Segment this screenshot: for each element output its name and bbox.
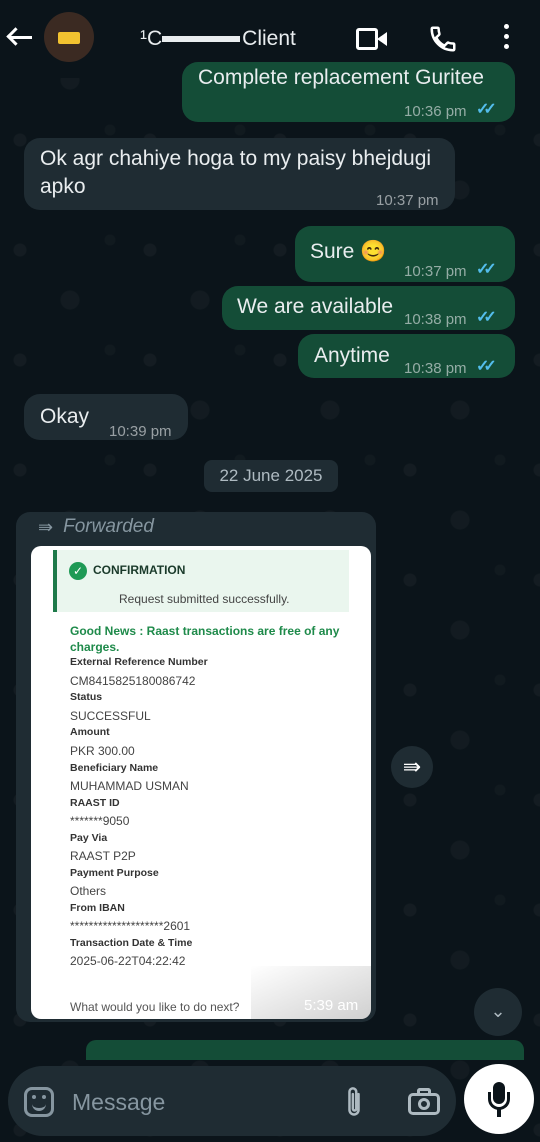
message-input[interactable] bbox=[72, 1084, 322, 1120]
double-check-icon: ✓✓ bbox=[476, 101, 497, 118]
confirmation-subtitle: Request submitted successfully. bbox=[119, 592, 290, 606]
back-arrow-icon[interactable] bbox=[10, 28, 36, 48]
field-value: CM8415825180086742 bbox=[70, 674, 196, 688]
message-bubble-outgoing[interactable]: Anytime 10:38 pm ✓✓ bbox=[298, 334, 515, 378]
message-time: 10:39 pm bbox=[109, 423, 172, 440]
confirmation-title: CONFIRMATION bbox=[93, 563, 186, 577]
message-time: 10:37 pm bbox=[404, 263, 467, 280]
contact-name[interactable]: ¹C Client bbox=[140, 27, 296, 51]
field-value: RAAST P2P bbox=[70, 849, 136, 863]
field-label: Amount bbox=[70, 726, 110, 738]
camera-icon[interactable] bbox=[408, 1087, 440, 1115]
video-call-icon[interactable] bbox=[356, 24, 388, 54]
field-label: Transaction Date & Time bbox=[70, 937, 193, 949]
message-bubble-outgoing[interactable] bbox=[86, 1040, 524, 1060]
field-label: Status bbox=[70, 691, 103, 703]
avatar[interactable] bbox=[44, 12, 94, 62]
field-label: External Reference Number bbox=[70, 656, 208, 668]
microphone-icon[interactable] bbox=[464, 1064, 534, 1134]
message-text: Complete replacement Guritee bbox=[198, 66, 484, 89]
attach-paperclip-icon[interactable] bbox=[340, 1085, 368, 1119]
message-time: 10:38 pm bbox=[404, 360, 467, 377]
contact-name-prefix: ¹C bbox=[140, 27, 163, 50]
field-value: ********************2601 bbox=[70, 919, 191, 933]
next-action-prompt: What would you like to do next? bbox=[70, 1000, 240, 1014]
redaction-bar bbox=[162, 36, 241, 43]
field-label: Pay Via bbox=[70, 832, 108, 844]
message-bubble-outgoing[interactable]: Sure 😊 10:37 pm ✓✓ bbox=[295, 226, 515, 282]
double-check-icon: ✓✓ bbox=[476, 309, 497, 326]
message-bubble-incoming[interactable]: Okay 10:39 pm bbox=[24, 394, 188, 440]
message-time: 10:36 pm bbox=[404, 103, 467, 120]
message-time: 10:37 pm bbox=[376, 192, 439, 209]
forward-share-icon[interactable]: ⇛ bbox=[391, 746, 433, 788]
forwarded-label: ⇛ Forwarded bbox=[38, 516, 154, 538]
sticker-emoji-icon[interactable] bbox=[24, 1087, 54, 1117]
message-bubble-incoming[interactable]: Ok agr chahiye hoga to my paisy bhejdugi… bbox=[24, 138, 455, 210]
forwarded-text: Forwarded bbox=[63, 516, 154, 537]
field-label: RAAST ID bbox=[70, 797, 120, 809]
message-text: Anytime bbox=[314, 344, 390, 367]
field-label: Beneficiary Name bbox=[70, 762, 159, 774]
voice-call-icon[interactable] bbox=[428, 24, 460, 54]
field-value: Others bbox=[70, 884, 107, 898]
message-text: Okay bbox=[40, 405, 90, 428]
contact-name-text: Client bbox=[242, 27, 296, 50]
good-news-text: Good News : Raast transactions are free … bbox=[70, 624, 340, 654]
receipt-image[interactable]: ✓ CONFIRMATION Request submitted success… bbox=[31, 546, 371, 1019]
field-label: Payment Purpose bbox=[70, 867, 159, 879]
message-time: 5:39 am bbox=[304, 997, 359, 1014]
field-value: *******9050 bbox=[70, 814, 130, 828]
forward-arrow-icon: ⇛ bbox=[38, 516, 54, 537]
check-circle-icon: ✓ bbox=[69, 562, 87, 580]
message-bubble-outgoing[interactable]: Complete replacement Guritee 10:36 pm ✓✓ bbox=[182, 62, 515, 122]
message-text: We are available bbox=[237, 295, 394, 318]
scroll-to-bottom-icon[interactable]: ⌄ bbox=[474, 988, 522, 1036]
date-separator: 22 June 2025 bbox=[204, 460, 338, 492]
double-check-icon: ✓✓ bbox=[476, 358, 497, 375]
double-check-icon: ✓✓ bbox=[476, 261, 497, 278]
more-options-icon[interactable] bbox=[498, 24, 514, 54]
field-value: PKR 300.00 bbox=[70, 744, 135, 758]
field-value: SUCCESSFUL bbox=[70, 709, 151, 723]
field-value: 2025-06-22T04:22:42 bbox=[70, 954, 186, 968]
confirmation-box: ✓ CONFIRMATION Request submitted success… bbox=[53, 550, 349, 612]
message-bubble-outgoing[interactable]: We are available 10:38 pm ✓✓ bbox=[222, 286, 515, 330]
message-text: Sure 😊 bbox=[310, 240, 387, 263]
field-value: MUHAMMAD USMAN bbox=[70, 779, 189, 793]
field-label: From IBAN bbox=[70, 902, 125, 914]
message-time: 10:38 pm bbox=[404, 311, 467, 328]
